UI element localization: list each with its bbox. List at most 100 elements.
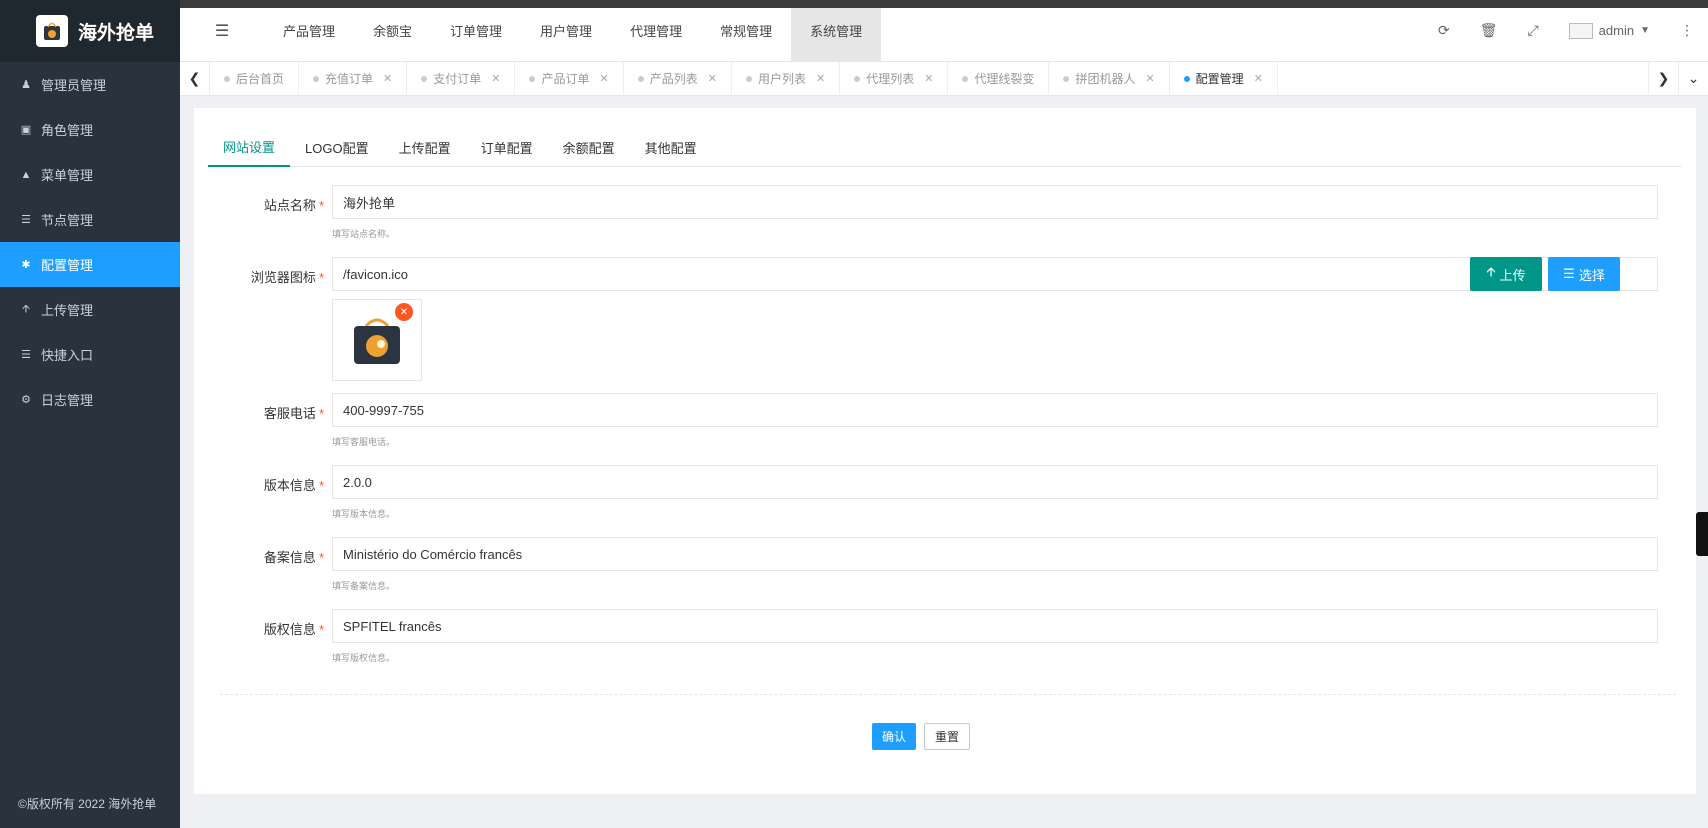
tab-dot-icon (854, 75, 861, 82)
favicon-input[interactable]: /favicon.ico (332, 257, 1658, 291)
nav-item-users[interactable]: 用户管理 (521, 0, 611, 62)
subtab-upload[interactable]: 上传配置 (384, 128, 466, 167)
sidebar-item-config[interactable]: ✱ 配置管理 (0, 242, 180, 287)
page-tabs: 后台首页 充值订单 ✕ 支付订单 ✕ 产品订单 ✕ 产品列表 ✕ 用户列表 ✕ 代理列表 ✕… (210, 61, 1648, 96)
tab-close-icon[interactable]: ✕ (924, 72, 933, 85)
tabs-scroll-right-icon[interactable]: ❯ (1648, 61, 1678, 96)
tabs-scroll-left-icon[interactable]: ❮ (180, 61, 210, 96)
copyright-text: ©版权所有 2022 海外抢单 (18, 797, 157, 811)
tab-agent-fission[interactable]: 代理线裂变 (948, 61, 1050, 96)
tab-recharge-orders[interactable]: 充值订单 ✕ (299, 61, 408, 96)
trash-icon[interactable]: 🗑 (1480, 22, 1498, 39)
subtab-order[interactable]: 订单配置 (466, 128, 548, 167)
nav-item-balance[interactable]: 余额宝 (354, 0, 431, 62)
tab-label: 代理列表 (866, 72, 915, 86)
header-tools: ⟳ 🗑 ⤢ admin ▼ ⋮ (1438, 0, 1708, 62)
tabs-dropdown-icon[interactable]: ⌄ (1678, 61, 1708, 96)
tab-home[interactable]: 后台首页 (210, 61, 300, 96)
sidebar-item-admin[interactable]: ♟ 管理员管理 (0, 62, 180, 107)
tab-dot-icon (745, 75, 752, 82)
tab-product-list[interactable]: 产品列表 ✕ (624, 61, 732, 96)
tab-product-orders[interactable]: 产品订单 ✕ (515, 61, 624, 96)
tab-close-icon[interactable]: ✕ (1254, 72, 1263, 85)
subtab-logo[interactable]: LOGO配置 (290, 128, 384, 167)
tab-close-icon[interactable]: ✕ (1145, 72, 1154, 85)
tab-close-icon[interactable]: ✕ (600, 72, 609, 85)
subtab-site-settings[interactable]: 网站设置 (208, 128, 291, 167)
nav-item-system[interactable]: 系统管理 (791, 0, 882, 62)
remove-image-icon[interactable]: ✕ (395, 303, 413, 321)
phone-field-wrap: 400-9997-755 填写客服电话。 (332, 393, 1658, 448)
tab-dot-icon (1063, 75, 1070, 82)
confirm-button[interactable]: 确认 (872, 723, 917, 750)
sidebar-item-label: 菜单管理 (41, 168, 94, 183)
tab-close-icon[interactable]: ✕ (708, 72, 717, 85)
site-name-field-wrap: 海外抢单 填写站点名称。 (332, 185, 1658, 240)
sidebar: 海外抢单 ♟ 管理员管理 ▣ 角色管理 ▲ 菜单管理 ☰ 节点管理 ✱ 配置管理 🡩 上传管… (0, 0, 180, 828)
sidebar-item-log[interactable]: ⚙ 日志管理 (0, 377, 180, 422)
favicon-field-wrap: /favicon.ico ✕ (332, 257, 1658, 381)
tab-dot-icon (529, 75, 536, 82)
sidebar-item-menu[interactable]: ▲ 菜单管理 (0, 152, 180, 197)
tab-label: 后台首页 (236, 72, 285, 86)
brand-name: 海外抢单 (78, 22, 155, 44)
sidebar-item-role[interactable]: ▣ 角色管理 (0, 107, 180, 152)
favicon-image (354, 318, 400, 364)
nav-item-orders[interactable]: 订单管理 (431, 0, 521, 62)
subtab-balance[interactable]: 余额配置 (548, 128, 630, 167)
tab-close-icon[interactable]: ✕ (816, 72, 825, 85)
nav-item-general[interactable]: 常规管理 (701, 0, 791, 62)
tab-user-list[interactable]: 用户列表 ✕ (732, 61, 841, 96)
brand[interactable]: 海外抢单 (0, 0, 180, 62)
tab-group-robot[interactable]: 拼团机器人 ✕ (1049, 61, 1170, 96)
icp-input[interactable]: Ministério do Comércio francês (332, 537, 1658, 571)
tab-close-icon[interactable]: ✕ (491, 72, 500, 85)
copyright-input[interactable]: SPFITEL francês (332, 609, 1658, 643)
sidebar-item-label: 节点管理 (41, 213, 94, 228)
sidebar-item-shortcut[interactable]: ☰ 快捷入口 (0, 332, 180, 377)
tab-agent-list[interactable]: 代理列表 ✕ (840, 61, 949, 96)
phone-input[interactable]: 400-9997-755 (332, 393, 1658, 427)
version-label: 版本信息 * (263, 478, 324, 493)
tab-close-icon[interactable]: ✕ (383, 72, 392, 85)
row-icp: 备案信息 * (194, 537, 324, 566)
form-divider (220, 694, 1676, 695)
icp-label: 备案信息 * (263, 550, 324, 565)
side-drawer-handle[interactable] (1696, 512, 1708, 556)
log-icon: ⚙ (21, 394, 31, 406)
nav-item-products[interactable]: 产品管理 (264, 0, 354, 62)
tab-payment-orders[interactable]: 支付订单 ✕ (407, 61, 516, 96)
sidebar-item-label: 日志管理 (41, 393, 94, 408)
tab-dot-icon (637, 75, 644, 82)
tab-label: 代理线裂变 (974, 72, 1035, 86)
tab-dot-icon (421, 75, 428, 82)
upload-icon: 🡩 (1486, 264, 1496, 279)
config-subtabs: 网站设置 LOGO配置 上传配置 订单配置 余额配置 其他配置 (208, 128, 1682, 167)
tab-config[interactable]: 配置管理 ✕ (1170, 61, 1278, 96)
tab-label: 拼团机器人 (1075, 72, 1136, 86)
fullscreen-icon[interactable]: ⤢ (1527, 22, 1538, 39)
version-input[interactable]: 2.0.0 (332, 465, 1658, 499)
sidebar-item-node[interactable]: ☰ 节点管理 (0, 197, 180, 242)
sidebar-item-upload[interactable]: 🡩 上传管理 (0, 287, 180, 332)
more-vertical-icon[interactable]: ⋮ (1680, 22, 1694, 39)
tab-dot-icon (224, 75, 230, 82)
tab-label: 支付订单 (433, 72, 482, 86)
upload-button[interactable]: 🡩 上传 (1470, 257, 1542, 291)
version-hint: 填写版本信息。 (332, 509, 396, 519)
top-header: ☰ 产品管理 余额宝 订单管理 用户管理 代理管理 常规管理 系统管理 ⟳ 🗑 … (180, 0, 1708, 62)
brand-logo-icon (36, 15, 68, 47)
subtab-other[interactable]: 其他配置 (630, 128, 712, 167)
phone-label: 客服电话 * (263, 406, 324, 421)
nav-item-agents[interactable]: 代理管理 (611, 0, 701, 62)
sidebar-item-label: 快捷入口 (41, 348, 94, 363)
user-menu[interactable]: admin ▼ (1568, 22, 1650, 39)
list-icon: ☰ (21, 349, 31, 361)
arrow-up-icon: 🡩 (22, 303, 30, 315)
menu-toggle-icon[interactable]: ☰ (180, 21, 264, 41)
select-button[interactable]: ☰ 选择 (1548, 257, 1620, 291)
reset-button[interactable]: 重置 (924, 723, 971, 750)
site-name-input[interactable]: 海外抢单 (332, 185, 1658, 219)
refresh-icon[interactable]: ⟳ (1438, 22, 1450, 39)
user-icon: ♟ (21, 79, 31, 91)
